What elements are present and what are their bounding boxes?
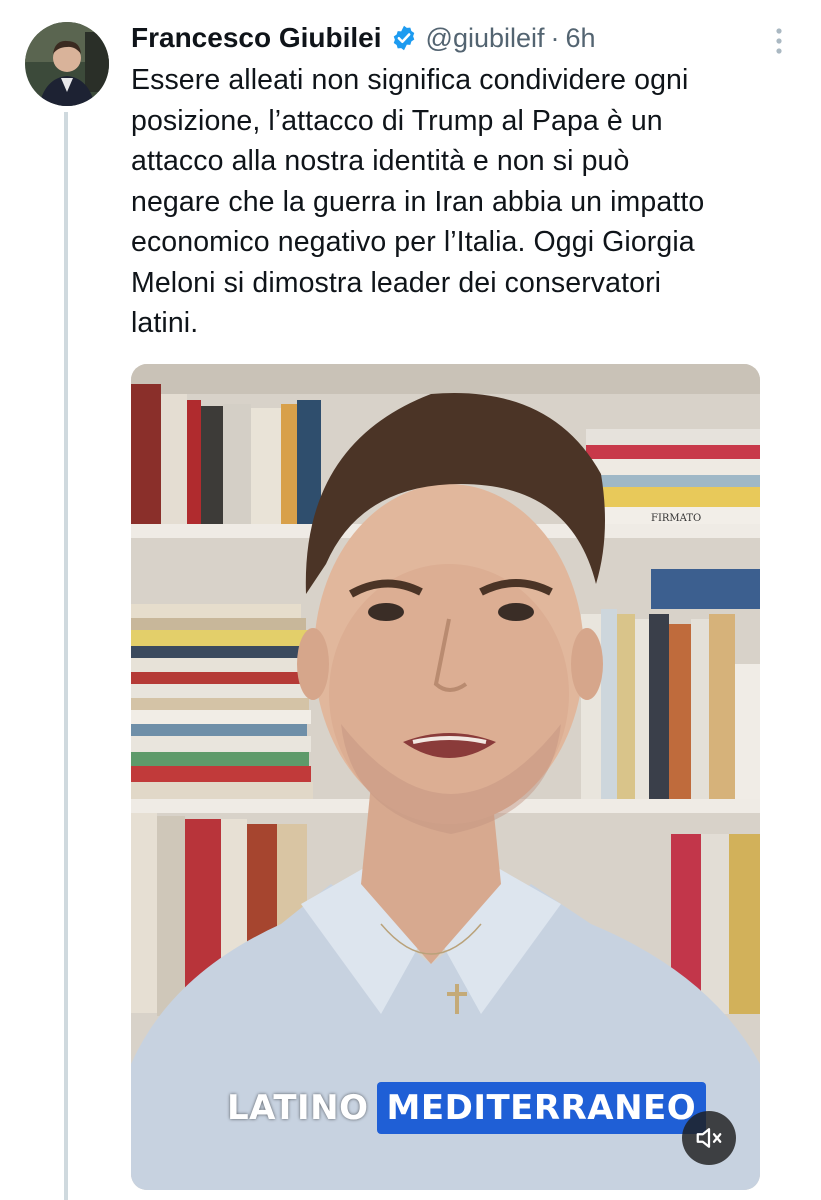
separator-dot: · [550,22,560,53]
tweet-header: Francesco Giubilei @giubileif · 6h [131,18,596,58]
author-handle[interactable]: @giubileif [426,23,545,54]
avatar[interactable] [25,22,109,106]
author-name[interactable]: Francesco Giubilei [131,22,382,54]
video-caption: LATINO MEDITERRANEO [227,1082,707,1134]
caption-text-white: LATINO [227,1088,369,1128]
thread-connector-line [64,112,68,1200]
video-frame: FIRMATO [131,364,760,1190]
verified-badge-icon [390,24,418,52]
unmute-button[interactable] [682,1111,736,1165]
book-spine-label: FIRMATO [651,513,701,524]
speaker-muted-icon [696,1128,722,1148]
tweet-text: Essere alleati non significa condividere… [131,64,705,339]
more-vertical-icon[interactable] [766,24,792,58]
caption-text-highlight: MEDITERRANEO [376,1082,707,1134]
video-player[interactable]: FIRMATO LATINO MEDITERRANEO [131,364,760,1190]
tweet-timestamp[interactable]: 6h [566,23,596,54]
